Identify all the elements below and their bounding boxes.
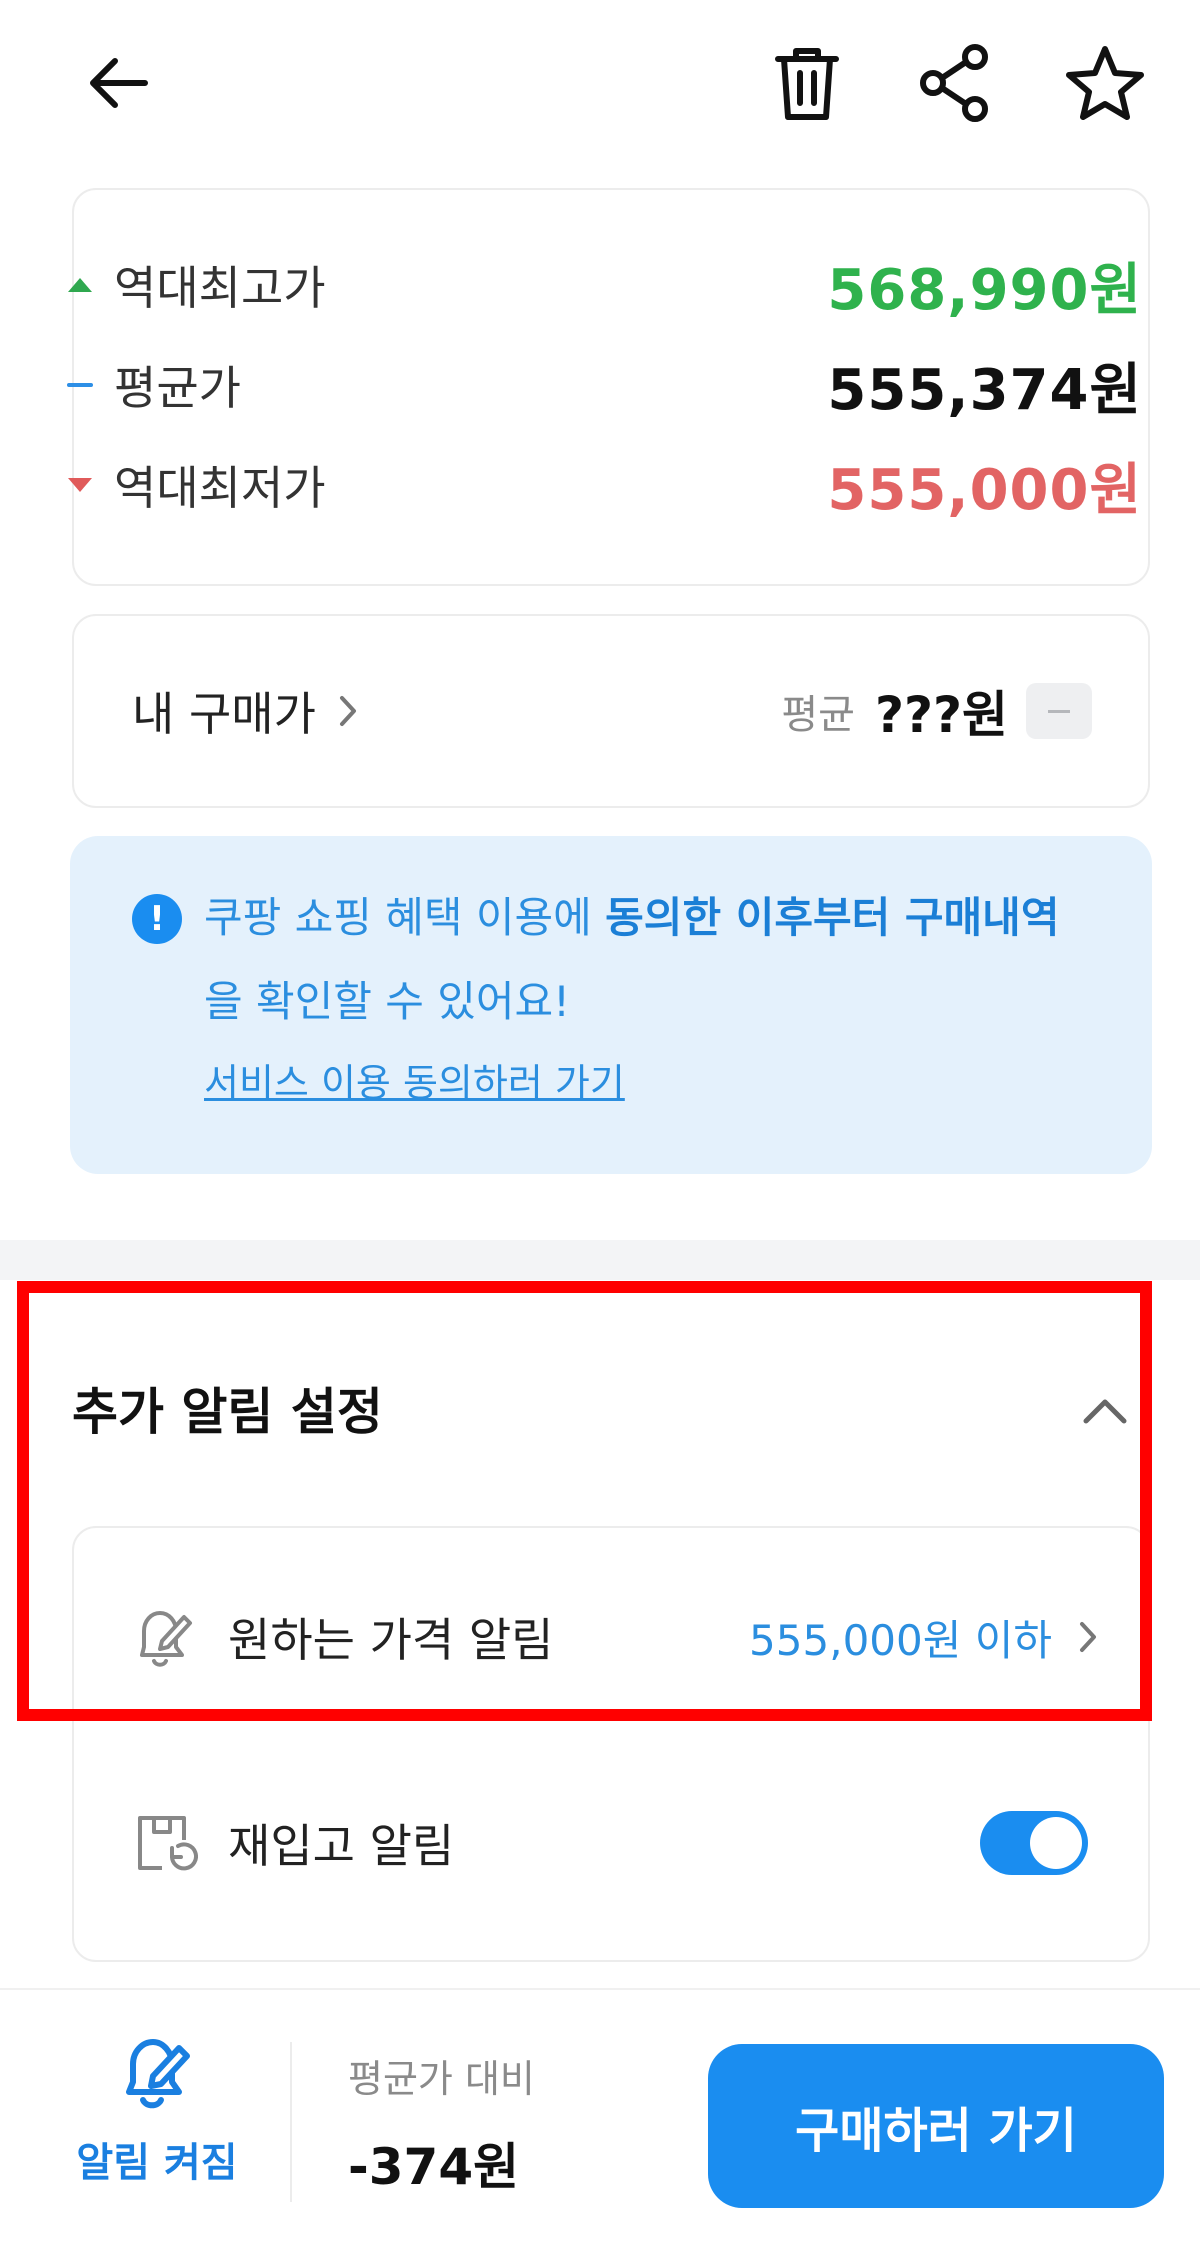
average-price-label: 평균가 — [114, 361, 241, 415]
lowest-price-value: 555,000원 — [827, 457, 1142, 523]
share-button[interactable] — [910, 38, 1000, 128]
average-price-row: 평균가 555,374원 — [66, 345, 1142, 425]
my-purchase-summary: 평균 ???원 — [781, 616, 1092, 806]
bell-edit-icon — [126, 2039, 190, 2109]
bottom-bar: 알림 켜짐 평균가 대비 -374원 구매하러 가기 — [0, 1988, 1200, 2257]
restock-box-icon — [138, 1816, 198, 1871]
notice-text-bold: 동의한 이후부터 구매내역 — [605, 893, 1060, 942]
dash-icon — [67, 383, 93, 387]
my-purchase-card: 내 구매가 평균 ???원 — [72, 614, 1150, 808]
arrow-left-icon — [90, 58, 148, 108]
chevron-right-icon — [339, 696, 356, 726]
minus-icon — [1048, 709, 1070, 713]
bell-edit-icon — [140, 1611, 192, 1667]
price-alert-value: 555,000원 이하 — [749, 1615, 1052, 1665]
notice-text-plain: 쿠팡 쇼핑 혜택 이용에 — [204, 893, 606, 942]
restock-alert-label: 재입고 알림 — [228, 1819, 455, 1873]
top-bar — [0, 0, 1200, 170]
highest-price-row: 역대최고가 568,990원 — [66, 245, 1142, 325]
buy-button[interactable]: 구매하러 가기 — [708, 2044, 1164, 2208]
my-purchase-link[interactable]: 내 구매가 — [132, 616, 358, 806]
my-purchase-label: 내 구매가 — [132, 687, 316, 741]
consent-notice: ! 쿠팡 쇼핑 혜택 이용에 동의한 이후부터 구매내역 을 확인할 수 있어요… — [70, 836, 1152, 1174]
notice-line-2: 을 확인할 수 있어요! — [204, 977, 571, 1026]
my-purchase-avg-value: ???원 — [874, 686, 1008, 744]
price-alert-row[interactable]: 원하는 가격 알림 555,000원 이하 — [132, 1572, 1098, 1702]
price-alert-label: 원하는 가격 알림 — [228, 1613, 554, 1667]
comparison-label: 평균가 대비 — [348, 2057, 535, 2101]
lowest-price-label: 역대최저가 — [114, 461, 326, 515]
triangle-down-icon — [68, 478, 92, 492]
my-purchase-avg-label: 평균 — [781, 692, 855, 738]
price-comparison: 평균가 대비 -374원 — [348, 2048, 535, 2199]
highest-price-value: 568,990원 — [827, 257, 1142, 323]
chevron-right-icon — [1080, 1622, 1096, 1652]
restock-alert-row: 재입고 알림 — [132, 1778, 1098, 1908]
bottom-divider — [290, 2042, 292, 2202]
consent-link[interactable]: 서비스 이용 동의하러 가기 — [204, 1052, 625, 1107]
section-divider — [0, 1240, 1200, 1280]
chevron-up-icon — [1083, 1399, 1127, 1424]
restock-alert-toggle[interactable] — [980, 1811, 1088, 1875]
toggle-knob — [1030, 1817, 1082, 1869]
lowest-price-row: 역대최저가 555,000원 — [66, 445, 1142, 525]
collapse-button[interactable] — [1070, 1376, 1140, 1446]
star-icon — [1066, 46, 1144, 120]
price-alert-target: 555,000원 이하 — [749, 1607, 1098, 1668]
info-exclamation-icon: ! — [132, 894, 182, 944]
average-price-value: 555,374원 — [827, 357, 1142, 423]
alert-settings-title: 추가 알림 설정 — [72, 1383, 383, 1441]
share-icon — [920, 44, 988, 122]
highest-price-label: 역대최고가 — [114, 261, 326, 315]
back-button[interactable] — [72, 38, 162, 128]
minus-badge — [1026, 683, 1092, 739]
triangle-up-icon — [68, 278, 92, 292]
notice-line-1: 쿠팡 쇼핑 혜택 이용에 동의한 이후부터 구매내역 — [204, 884, 1059, 945]
comparison-value: -374원 — [348, 2138, 520, 2196]
trash-icon — [775, 48, 839, 120]
delete-button[interactable] — [762, 38, 852, 128]
alert-status-button[interactable]: 알림 켜짐 — [62, 2030, 252, 2210]
alert-settings-card: 원하는 가격 알림 555,000원 이하 재입고 알림 — [72, 1526, 1150, 1962]
favorite-button[interactable] — [1060, 38, 1150, 128]
alert-status-label: 알림 켜짐 — [76, 2140, 238, 2186]
